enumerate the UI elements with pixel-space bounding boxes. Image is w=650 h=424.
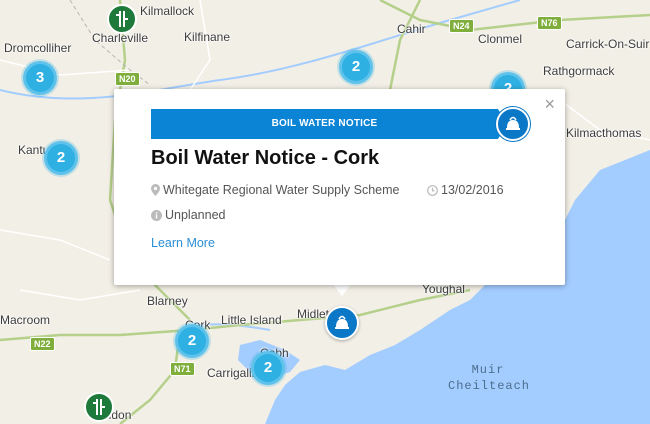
learn-more-link[interactable]: Learn More xyxy=(151,236,215,250)
notice-date-text: 13/02/2016 xyxy=(441,183,504,197)
cluster-marker[interactable]: 2 xyxy=(251,351,285,385)
notice-title: Boil Water Notice - Cork xyxy=(151,147,380,169)
place-label: Carrick-On-Suir xyxy=(566,37,650,51)
location-pin-icon xyxy=(151,184,160,196)
place-label: Kilfinane xyxy=(184,30,231,44)
place-label: Blarney xyxy=(147,294,188,308)
place-label: Clonmel xyxy=(478,32,523,46)
sea-label: Muir Cheilteach xyxy=(448,362,531,394)
place-label: Little Island xyxy=(221,313,282,327)
notice-location-text: Whitegate Regional Water Supply Scheme xyxy=(163,183,400,197)
notice-date: 13/02/2016 xyxy=(427,183,504,197)
place-label: Rathgormack xyxy=(543,64,615,78)
poi-marker[interactable] xyxy=(84,392,114,422)
selected-notice-marker[interactable] xyxy=(325,306,359,340)
road-shield: N71 xyxy=(170,362,195,376)
kettle-icon xyxy=(506,116,520,130)
road-shield: N20 xyxy=(115,72,140,86)
banner-icon xyxy=(496,107,530,141)
place-label: Macroom xyxy=(0,313,51,327)
crossroads-icon xyxy=(93,399,105,415)
place-label: Midlet xyxy=(297,307,330,321)
crossroads-icon xyxy=(116,11,128,27)
notice-location: Whitegate Regional Water Supply Scheme xyxy=(151,183,399,197)
notice-type-banner: BOIL WATER NOTICE xyxy=(151,109,498,139)
cluster-marker[interactable]: 3 xyxy=(23,61,57,95)
place-label: Dromcolliher xyxy=(4,41,72,55)
notice-type: Unplanned xyxy=(151,208,225,222)
notice-type-text: Unplanned xyxy=(165,208,226,222)
road-shield: N76 xyxy=(537,16,562,30)
road-shield: N22 xyxy=(30,337,55,351)
place-label: Kilmacthomas xyxy=(566,126,642,140)
river xyxy=(0,0,521,100)
popup-tail xyxy=(333,284,351,296)
place-label: Kilmallock xyxy=(140,4,195,18)
place-label: Cahir xyxy=(397,22,426,36)
cluster-marker[interactable]: 2 xyxy=(44,141,78,175)
road-shield: N24 xyxy=(449,19,474,33)
sea-label-line: Cheilteach xyxy=(448,379,531,393)
kettle-icon xyxy=(335,315,349,329)
clock-icon xyxy=(427,185,438,196)
close-button[interactable]: × xyxy=(544,95,555,113)
poi-marker[interactable] xyxy=(107,4,137,34)
sea-label-line: Muir xyxy=(471,363,505,377)
cluster-marker[interactable]: 2 xyxy=(175,324,209,358)
map[interactable]: Kilmallock Charleville Kilfinane Cahir C… xyxy=(0,0,650,424)
info-icon xyxy=(151,210,162,221)
notice-popup: × BOIL WATER NOTICE Boil Water Notice - … xyxy=(114,89,565,285)
cluster-marker[interactable]: 2 xyxy=(339,50,373,84)
